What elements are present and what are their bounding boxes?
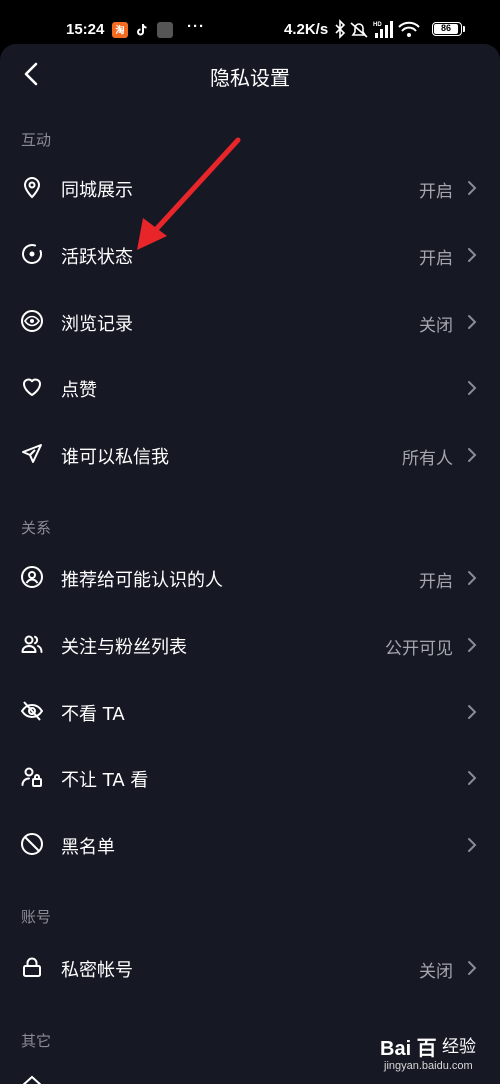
row-same-city-display[interactable]: 同城展示 开启 (0, 156, 500, 218)
baidu-logo: Bai 百 (380, 1038, 437, 1060)
row-label: 活跃状态 (61, 247, 133, 268)
row-value: 所有人 (402, 449, 453, 469)
phone-screen: 15:24 淘 ··· 4.2K/s HD 86 隐私设置 互动 同城展示 开启… (0, 0, 500, 1084)
row-value: 公开可见 (385, 639, 453, 659)
chevron-right-icon (468, 705, 477, 719)
row-active-status[interactable]: 活跃状态 开启 (0, 223, 500, 285)
battery-icon: 86 (432, 22, 462, 36)
row-label: 黑名单 (61, 837, 115, 858)
watermark-url: jingyan.baidu.com (384, 1060, 473, 1072)
chevron-right-icon (468, 571, 477, 585)
users-icon (21, 635, 43, 653)
section-label-other: 其它 (21, 1032, 52, 1050)
status-icons: HD (335, 19, 420, 39)
chevron-right-icon (468, 315, 477, 329)
chevron-right-icon (468, 448, 477, 462)
row-value: 关闭 (419, 316, 453, 336)
row-label: 不看 TA (61, 704, 125, 725)
battery-level: 86 (434, 24, 459, 34)
section-label-relationship: 关系 (21, 519, 52, 537)
row-likes[interactable]: 点赞 (0, 356, 500, 418)
tiktok-icon (134, 22, 150, 38)
row-dont-let-them-see[interactable]: 不让 TA 看 (0, 746, 500, 808)
row-value: 开启 (419, 249, 453, 269)
row-browsing-history[interactable]: 浏览记录 关闭 (0, 290, 500, 352)
row-label: 私密帐号 (61, 960, 133, 981)
more-notifications-icon: ··· (187, 18, 205, 35)
chevron-right-icon (468, 181, 477, 195)
row-following-followers-list[interactable]: 关注与粉丝列表 公开可见 (0, 613, 500, 675)
battery-tip (463, 26, 465, 32)
paper-plane-icon (22, 444, 42, 463)
row-label: 同城展示 (61, 180, 133, 201)
chevron-right-icon (468, 381, 477, 395)
row-label: 推荐给可能认识的人 (61, 570, 223, 591)
chevron-right-icon (468, 771, 477, 785)
row-label: 谁可以私信我 (61, 447, 169, 468)
generic-app-icon (157, 22, 173, 38)
status-bar: 15:24 淘 ··· 4.2K/s HD 86 (0, 0, 500, 44)
partial-row-icon (22, 1075, 42, 1084)
lock-icon (23, 957, 41, 977)
row-recommend-to-acquaintances[interactable]: 推荐给可能认识的人 开启 (0, 546, 500, 608)
wifi-icon (398, 21, 420, 37)
section-label-account: 账号 (21, 908, 52, 926)
row-dont-see-them[interactable]: 不看 TA (0, 680, 500, 742)
row-who-can-message[interactable]: 谁可以私信我 所有人 (0, 423, 500, 485)
row-private-account[interactable]: 私密帐号 关闭 (0, 936, 500, 998)
row-label: 点赞 (61, 380, 97, 401)
bell-off-icon (350, 22, 368, 38)
row-label: 不让 TA 看 (61, 770, 149, 791)
row-value: 开启 (419, 572, 453, 592)
row-value: 开启 (419, 182, 453, 202)
row-value: 关闭 (419, 962, 453, 982)
chevron-right-icon (468, 638, 477, 652)
heart-icon (23, 378, 41, 396)
chevron-right-icon (468, 248, 477, 262)
svg-text:HD: HD (373, 22, 382, 28)
user-circle-icon (21, 566, 43, 588)
eye-icon (21, 310, 43, 332)
eye-off-icon (20, 701, 44, 721)
taobao-icon: 淘 (112, 22, 128, 38)
row-label: 关注与粉丝列表 (61, 637, 187, 658)
block-icon (21, 833, 43, 855)
status-time: 15:24 (66, 21, 105, 38)
bluetooth-icon (335, 19, 346, 39)
baidu-watermark: Bai 百 经验 jingyan.baidu.com (380, 1028, 498, 1084)
settings-sheet: 隐私设置 互动 同城展示 开启 活跃状态 开启 浏览记录 关闭 点赞 谁可以私信… (0, 44, 500, 1084)
row-label: 浏览记录 (61, 314, 133, 335)
jingyan-label: 经验 (442, 1037, 476, 1057)
section-label-interaction: 互动 (21, 131, 52, 149)
row-blacklist[interactable]: 黑名单 (0, 813, 500, 875)
page-title: 隐私设置 (210, 66, 290, 90)
chevron-right-icon (468, 961, 477, 975)
location-pin-icon (23, 177, 41, 199)
chevron-right-icon (468, 838, 477, 852)
activity-status-icon (22, 244, 42, 264)
network-speed: 4.2K/s (284, 21, 329, 38)
signal-icon: HD (373, 21, 393, 38)
header: 隐私设置 (0, 44, 500, 106)
user-lock-icon (21, 767, 42, 787)
